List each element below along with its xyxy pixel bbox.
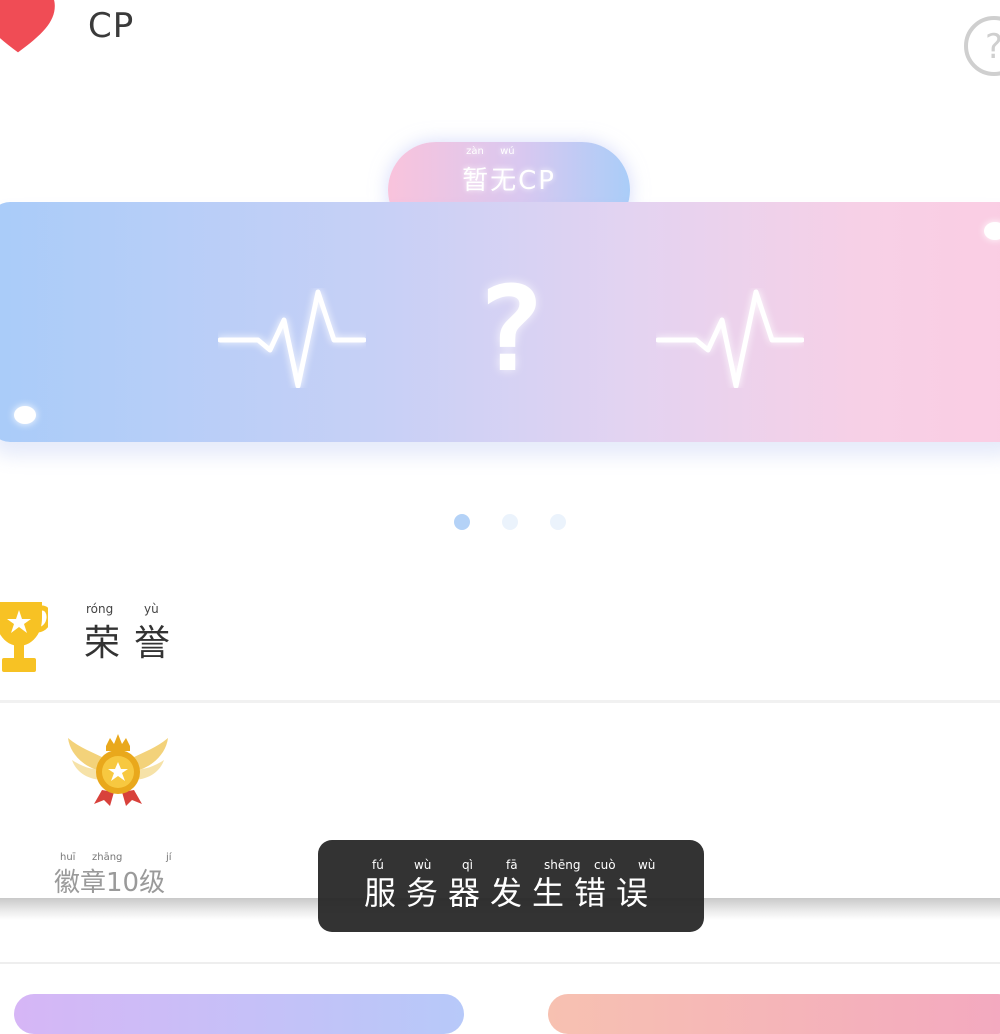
toast-pinyin-1: fú [371,858,384,872]
section-divider [0,700,1000,703]
toast-pinyin-5: shēng [543,858,581,872]
heart-icon [0,0,55,53]
bottom-action-button-right[interactable] [548,994,1000,1034]
winged-medal-icon[interactable] [64,732,172,806]
badge-pinyin-3: jí [166,852,172,863]
honor-pinyin-1: róng [86,602,114,616]
badge-pinyin-2: zhāng [92,852,123,863]
badge-text: 徽章10级 [54,868,166,898]
toast-pinyin-7: wù [637,858,656,872]
unknown-cp-symbol: ? [474,260,546,398]
heartbeat-pulse-icon [218,289,366,388]
honor-text: 荣誉 [84,623,185,664]
banner-sparkle [14,406,36,424]
toast-pinyin-4: fā [505,858,518,872]
toast-pinyin-2: wù [413,858,432,872]
carousel-dot-active[interactable] [454,514,470,530]
status-pinyin-1: zàn [466,146,484,157]
status-text: 暂无CP [462,166,556,196]
section-divider [0,962,1000,964]
error-toast-message: fú wù qì fā shēng cuò wù 服务器发生错误 [318,858,704,914]
carousel-dot[interactable] [550,514,566,530]
toast-pinyin-3: qì [461,858,473,872]
status-pinyin-2: wú [500,146,515,157]
trophy-icon [0,602,48,672]
help-question-icon[interactable]: ? [962,14,1000,78]
honor-pinyin-2: yù [144,602,159,616]
carousel-dot[interactable] [502,514,518,530]
banner-sparkle [984,222,1000,240]
bottom-action-button-left[interactable] [14,994,464,1034]
badge-level-label: huī zhāng jí 徽章10级 [54,852,172,899]
honor-section-title: róng yù 荣誉 [84,602,185,666]
toast-text: 服务器发生错误 [363,874,658,912]
cp-status-label: zàn wú 暂无CP [388,146,630,197]
svg-text:?: ? [985,27,1000,67]
page-title: CP [88,6,135,46]
heartbeat-pulse-icon [656,289,804,388]
toast-pinyin-6: cuò [593,858,616,872]
badge-pinyin-1: huī [60,852,76,863]
